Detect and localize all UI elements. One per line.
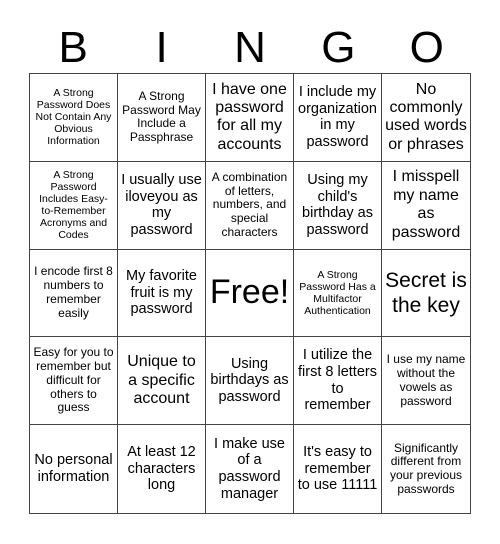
bingo-cell[interactable]: Easy for you to remember but difficult f… [30,337,118,426]
bingo-cell[interactable]: Using birthdays as password [206,337,294,426]
bingo-cell[interactable]: Significantly different from your previo… [382,425,470,513]
bingo-cell[interactable]: I encode first 8 numbers to remember eas… [30,249,118,338]
header-letter-o: O [409,23,444,72]
header-letter-b: B [58,23,88,72]
bingo-cell[interactable]: A Strong Password Has a Multifactor Auth… [294,249,382,338]
bingo-cell[interactable]: I usually use iloveyou as my password [118,161,206,250]
free-space[interactable]: Free! [206,249,294,338]
bingo-cell[interactable]: No personal information [30,425,118,513]
bingo-cell[interactable]: Secret is the key [382,250,470,338]
bingo-cell[interactable]: I include my organization in my password [294,74,382,162]
bingo-cell[interactable]: A combination of letters, numbers, and s… [206,161,294,250]
bingo-cell[interactable]: My favorite fruit is my password [118,249,206,338]
header-letter-g: G [321,23,356,72]
bingo-cell[interactable]: I have one password for all my accounts [206,74,294,162]
header-letter-i: I [155,23,168,72]
header-letter-n: N [234,23,266,72]
bingo-cell[interactable]: Unique to a specific account [118,337,206,426]
bingo-cell[interactable]: I misspell my name as password [382,162,470,250]
bingo-cell[interactable]: A Strong Password Includes Easy-to-Remem… [30,161,118,250]
bingo-cell[interactable]: Using my child's birthday as password [294,161,382,250]
bingo-cell[interactable]: I make use of a password manager [206,425,294,513]
bingo-cell[interactable]: A Strong Password Does Not Contain Any O… [30,74,118,162]
bingo-cell[interactable]: It's easy to remember to use 11111 [294,425,382,513]
bingo-cell[interactable]: I use my name without the vowels as pass… [382,337,470,426]
bingo-cell[interactable]: At least 12 characters long [118,425,206,513]
bingo-cell[interactable]: I utilize the first 8 letters to remembe… [294,337,382,426]
bingo-cell[interactable]: A Strong Password May Include a Passphra… [118,74,206,162]
bingo-cell[interactable]: No commonly used words or phrases [382,74,470,162]
bingo-header: B I N G O [29,18,471,73]
bingo-card: A Strong Password Does Not Contain Any O… [29,73,471,514]
